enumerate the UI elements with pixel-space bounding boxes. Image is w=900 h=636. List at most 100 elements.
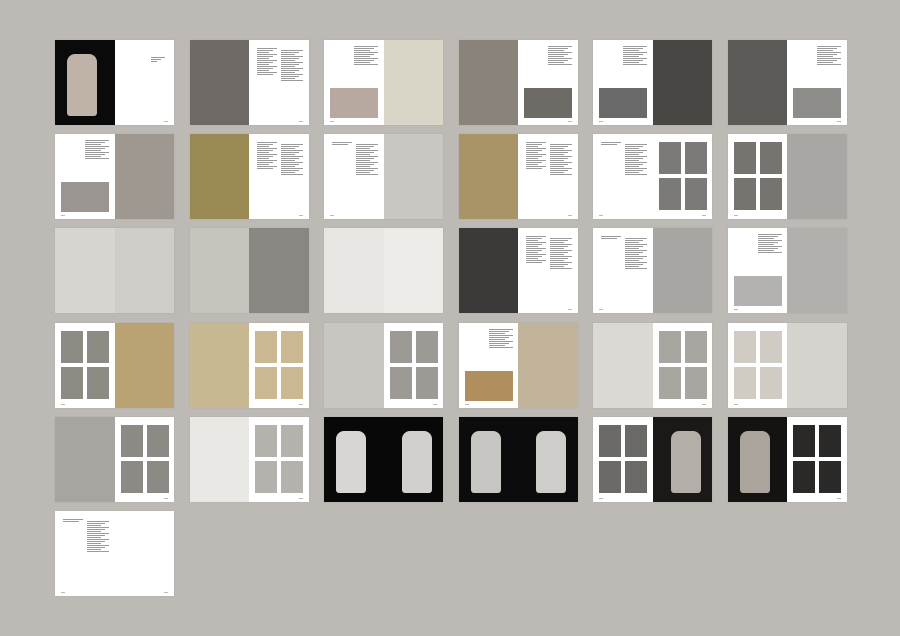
book-spread[interactable] xyxy=(727,134,847,220)
photo xyxy=(759,142,782,175)
book-spread[interactable] xyxy=(189,40,309,125)
text-line xyxy=(601,238,617,240)
text-line xyxy=(526,166,546,168)
text-line xyxy=(87,532,109,534)
left-page xyxy=(55,416,115,502)
book-spread[interactable] xyxy=(55,134,174,220)
photo xyxy=(759,330,782,363)
text-line xyxy=(526,252,538,254)
text-line xyxy=(257,142,277,144)
text-line xyxy=(87,544,109,546)
book-spread[interactable] xyxy=(593,228,712,314)
book-spread[interactable] xyxy=(189,228,309,314)
text-line xyxy=(281,68,303,69)
text-line xyxy=(257,156,273,158)
book-spread[interactable] xyxy=(324,134,443,220)
text-line xyxy=(526,238,542,240)
text-line xyxy=(526,154,546,156)
text-line xyxy=(257,68,273,69)
text-line xyxy=(526,242,546,244)
book-spread[interactable] xyxy=(458,322,578,408)
text-line xyxy=(625,268,647,270)
book-spread[interactable] xyxy=(324,228,443,314)
text-line xyxy=(281,56,303,57)
garment-photo xyxy=(670,430,701,493)
text-line xyxy=(526,162,542,164)
right-page xyxy=(114,228,174,314)
book-spread[interactable] xyxy=(458,228,578,314)
text-line xyxy=(281,154,295,156)
text-line xyxy=(548,54,568,55)
book-spread[interactable] xyxy=(55,416,174,502)
book-spread[interactable] xyxy=(593,134,712,220)
book-spread[interactable] xyxy=(55,510,174,596)
page-number xyxy=(433,403,437,405)
text-line xyxy=(87,540,105,542)
text-line xyxy=(757,234,782,236)
text-line xyxy=(817,52,841,53)
text-line xyxy=(281,54,295,55)
text-line xyxy=(257,66,277,67)
book-spread[interactable] xyxy=(189,322,309,408)
left-page xyxy=(727,228,787,314)
text-line xyxy=(548,64,572,65)
text-line xyxy=(550,254,564,256)
garment-photo xyxy=(336,430,366,493)
text-line xyxy=(150,57,165,58)
text-line xyxy=(526,142,546,144)
text-line xyxy=(526,240,538,242)
right-page xyxy=(114,322,174,408)
text-line xyxy=(526,244,542,246)
text-line xyxy=(526,256,542,258)
text-line xyxy=(257,72,277,73)
right-page xyxy=(114,40,174,125)
text-line xyxy=(623,54,643,55)
text-line xyxy=(488,340,513,342)
text-line xyxy=(526,158,538,160)
photo xyxy=(389,366,412,399)
photo xyxy=(759,366,782,399)
text-line xyxy=(257,162,273,164)
book-spread[interactable] xyxy=(324,416,443,502)
text-line xyxy=(257,160,277,162)
text-line xyxy=(625,156,647,158)
photo xyxy=(684,330,707,363)
book-spread[interactable] xyxy=(324,322,443,408)
book-spread[interactable] xyxy=(55,40,174,125)
photo xyxy=(793,460,815,493)
text-line xyxy=(257,146,269,148)
book-spread[interactable] xyxy=(189,416,309,502)
book-spread[interactable] xyxy=(458,134,578,220)
left-page xyxy=(324,322,384,408)
text-line xyxy=(550,246,568,248)
text-line xyxy=(550,260,564,262)
book-spread[interactable] xyxy=(458,416,578,502)
book-spread[interactable] xyxy=(727,416,847,502)
page-number xyxy=(599,121,603,122)
left-page xyxy=(189,228,249,314)
page-number xyxy=(61,215,65,217)
photo xyxy=(281,460,303,493)
text-line xyxy=(526,260,546,262)
book-spread[interactable] xyxy=(324,40,443,125)
left-page xyxy=(324,40,384,125)
book-spread[interactable] xyxy=(55,228,174,314)
text-line xyxy=(550,154,564,156)
book-spread[interactable] xyxy=(458,40,578,125)
book-spread[interactable] xyxy=(593,40,712,125)
text-line xyxy=(817,62,833,63)
book-spread[interactable] xyxy=(727,40,847,125)
page-number xyxy=(599,309,603,311)
right-page xyxy=(518,416,578,502)
book-spread[interactable] xyxy=(593,322,712,408)
book-spread[interactable] xyxy=(55,322,174,408)
text-line xyxy=(257,164,269,166)
book-spread[interactable] xyxy=(727,322,847,408)
book-spread[interactable] xyxy=(189,134,309,220)
book-spread[interactable] xyxy=(727,228,847,314)
text-line xyxy=(817,64,841,65)
page-number xyxy=(298,403,303,405)
book-spread[interactable] xyxy=(593,416,712,502)
text-line xyxy=(281,172,295,174)
text-line xyxy=(281,146,299,148)
